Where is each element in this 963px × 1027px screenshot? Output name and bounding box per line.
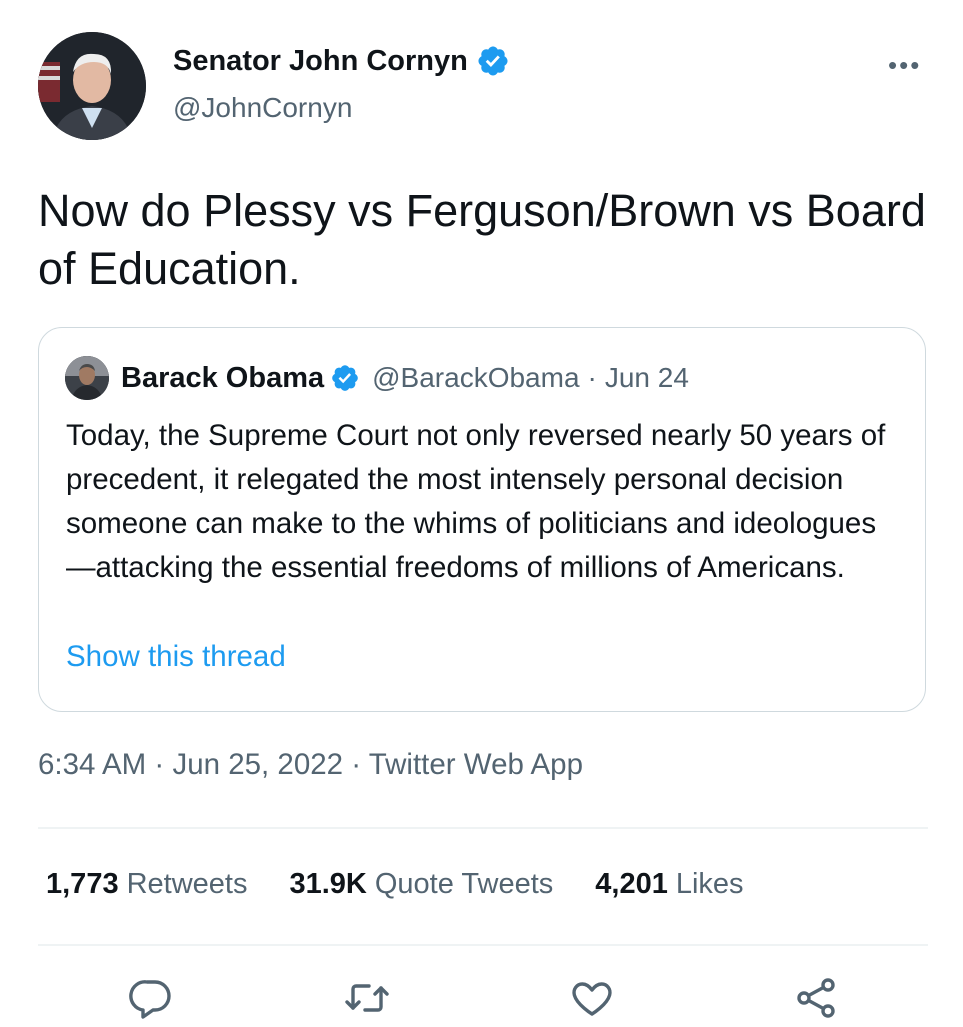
quoted-author-avatar[interactable] <box>65 356 109 400</box>
quoted-tweet-date[interactable]: Jun 24 <box>605 362 689 394</box>
retweets-count: 1,773 <box>46 868 119 900</box>
likes-stat[interactable]: 4,201 Likes <box>595 868 743 901</box>
quote-tweets-count: 31.9K <box>289 868 367 900</box>
like-button[interactable] <box>568 974 616 1022</box>
retweet-button[interactable] <box>343 974 391 1022</box>
verified-badge-icon <box>478 46 508 76</box>
author-avatar-image <box>38 32 146 140</box>
tweet-text: Now do Plessy vs Ferguson/Brown vs Board… <box>38 185 926 294</box>
quoted-tweet-text: Today, the Supreme Court not only revers… <box>66 419 886 584</box>
retweets-stat[interactable]: 1,773 Retweets <box>46 868 247 901</box>
quote-tweets-stat[interactable]: 31.9K Quote Tweets <box>289 868 553 901</box>
more-options-icon[interactable]: ••• <box>888 50 921 81</box>
separator-dot: · <box>587 362 597 393</box>
quoted-author-handle[interactable]: @BarackObama <box>372 362 579 394</box>
share-button[interactable] <box>792 974 840 1022</box>
quote-tweets-label: Quote Tweets <box>374 868 554 900</box>
quoted-author-avatar-image <box>65 356 109 400</box>
reply-button[interactable] <box>127 974 175 1022</box>
author-avatar[interactable] <box>38 32 146 140</box>
divider <box>38 827 928 829</box>
retweet-icon <box>345 984 389 1012</box>
quoted-tweet-card[interactable]: Barack Obama @BarackObama · Jun 24 Today… <box>38 327 926 712</box>
likes-label: Likes <box>675 868 744 900</box>
quoted-author-name[interactable]: Barack Obama <box>121 362 324 395</box>
action-bar <box>0 974 963 1024</box>
verified-badge-icon <box>332 365 358 391</box>
share-icon <box>797 978 835 1018</box>
author-name[interactable]: Senator John Cornyn <box>173 45 468 78</box>
retweets-label: Retweets <box>126 868 248 900</box>
show-thread-link[interactable]: Show this thread <box>66 640 286 674</box>
reply-icon <box>129 980 171 1019</box>
likes-count: 4,201 <box>595 868 668 900</box>
tweet-timestamp[interactable]: 6:34 AM · Jun 25, 2022 · Twitter Web App <box>38 748 583 782</box>
author-handle[interactable]: @JohnCornyn <box>173 92 510 124</box>
engagement-stats: 1,773 Retweets 31.9K Quote Tweets 4,201 Lik… <box>46 868 786 901</box>
divider <box>38 944 928 946</box>
quoted-tweet-header: Barack Obama @BarackObama · Jun 24 <box>65 356 689 400</box>
heart-icon <box>572 982 612 1016</box>
tweet-author: Senator John Cornyn @JohnCornyn <box>173 44 510 124</box>
